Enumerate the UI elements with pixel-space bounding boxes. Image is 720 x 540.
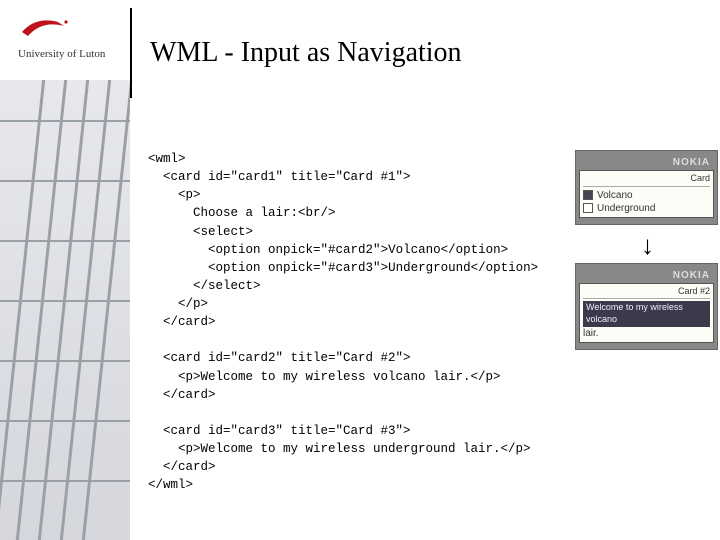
arrow-down-icon: ↓ (575, 233, 720, 259)
phone-screen-card1: Card VolcanoUnderground (579, 170, 714, 218)
screen-title-bar: Welcome to my wireless volcano (583, 301, 710, 326)
screen-header: Card #2 (583, 286, 710, 300)
phone-preview-column: NOKIA Card VolcanoUnderground ↓ NOKIA Ca… (575, 150, 720, 358)
title-bar: WML - Input as Navigation (130, 8, 462, 98)
institution-name: University of Luton (18, 48, 105, 60)
phone-option-label: Underground (597, 202, 655, 215)
institution-logo: University of Luton (18, 14, 105, 60)
phone-mockup-card1: NOKIA Card VolcanoUnderground (575, 150, 718, 225)
phone-mockup-card2: NOKIA Card #2 Welcome to my wireless vol… (575, 263, 718, 350)
screen-body-text: lair. (583, 327, 710, 340)
logo-mark (18, 14, 76, 46)
screen-header: Card (583, 173, 710, 187)
radio-unselected-icon (583, 203, 593, 213)
phone-brand-label: NOKIA (579, 155, 714, 170)
phone-option: Underground (583, 202, 710, 215)
wml-code-listing: <wml> <card id="card1" title="Card #1"> … (148, 150, 568, 494)
radio-selected-icon (583, 190, 593, 200)
decorative-building-photo (0, 80, 130, 540)
phone-screen-card2: Card #2 Welcome to my wireless volcano l… (579, 283, 714, 343)
phone-brand-label: NOKIA (579, 268, 714, 283)
page-title: WML - Input as Navigation (150, 37, 462, 69)
phone-option-label: Volcano (597, 189, 633, 202)
phone-option: Volcano (583, 189, 710, 202)
